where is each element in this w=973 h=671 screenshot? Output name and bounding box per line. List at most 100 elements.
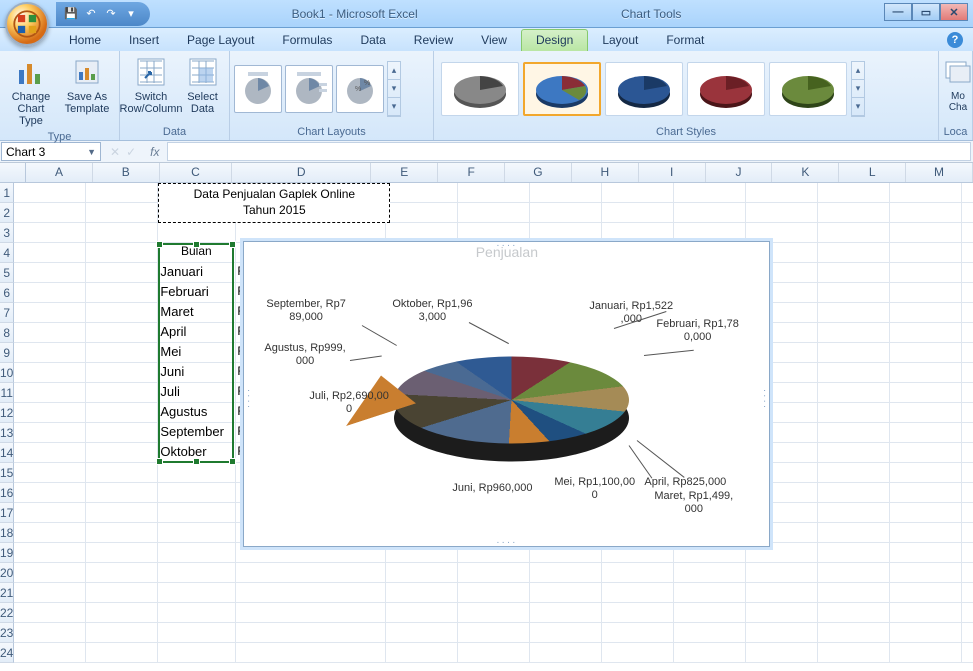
row-head[interactable]: 16: [0, 483, 14, 503]
row-head[interactable]: 21: [0, 583, 14, 603]
row-head[interactable]: 20: [0, 563, 14, 583]
tab-insert[interactable]: Insert: [115, 30, 173, 51]
tab-data[interactable]: Data: [346, 30, 399, 51]
save-icon[interactable]: 💾: [62, 5, 80, 23]
col-head[interactable]: K: [772, 163, 839, 182]
selection-handle[interactable]: [193, 241, 200, 248]
change-chart-type-button[interactable]: Change Chart Type: [4, 53, 58, 130]
col-head[interactable]: F: [438, 163, 505, 182]
scroll-up-icon[interactable]: ▴: [388, 62, 400, 80]
selection-handle[interactable]: [156, 241, 163, 248]
style-thumb-5[interactable]: [769, 62, 847, 116]
row-head[interactable]: 2: [0, 203, 14, 223]
tab-formulas[interactable]: Formulas: [268, 30, 346, 51]
row-head[interactable]: 1: [0, 183, 14, 203]
name-box-dropdown-icon[interactable]: ▼: [87, 147, 96, 157]
col-head[interactable]: E: [371, 163, 438, 182]
gallery-more-icon[interactable]: ▾: [852, 98, 864, 116]
col-head[interactable]: G: [505, 163, 572, 182]
tab-view[interactable]: View: [467, 30, 521, 51]
row-head[interactable]: 12: [0, 403, 14, 423]
close-button[interactable]: ✕: [940, 3, 968, 21]
pie-label-agustus: Agustus, Rp999,000: [264, 342, 345, 367]
office-button[interactable]: [5, 2, 49, 46]
help-icon[interactable]: ?: [947, 32, 963, 48]
row-head[interactable]: 19: [0, 543, 14, 563]
col-head[interactable]: J: [706, 163, 773, 182]
scroll-down-icon[interactable]: ▾: [852, 80, 864, 98]
fx-icon[interactable]: fx: [144, 141, 165, 162]
switch-row-column-button[interactable]: Switch Row/Column: [124, 53, 178, 118]
row-head[interactable]: 4: [0, 243, 14, 263]
selection-handle[interactable]: [229, 458, 236, 465]
row-head[interactable]: 13: [0, 423, 14, 443]
row-head[interactable]: 15: [0, 463, 14, 483]
embedded-chart[interactable]: ···· ···· ···· ···· Penjualan Januari, R…: [243, 241, 770, 547]
col-head[interactable]: B: [93, 163, 160, 182]
redo-icon[interactable]: ↷: [102, 5, 120, 23]
row-head[interactable]: 7: [0, 303, 14, 323]
chart-layouts-gallery[interactable]: %% ▴▾▾: [234, 53, 429, 125]
row-head[interactable]: 6: [0, 283, 14, 303]
cells-area[interactable]: document.write(Array.from({length:24}).m…: [14, 183, 973, 663]
undo-icon[interactable]: ↶: [82, 5, 100, 23]
row-head[interactable]: 11: [0, 383, 14, 403]
col-head[interactable]: M: [906, 163, 973, 182]
row-head[interactable]: 5: [0, 263, 14, 283]
col-head[interactable]: I: [639, 163, 706, 182]
row-head[interactable]: 18: [0, 523, 14, 543]
row-head[interactable]: 17: [0, 503, 14, 523]
tab-page-layout[interactable]: Page Layout: [173, 30, 268, 51]
style-gallery-scroll[interactable]: ▴▾▾: [851, 61, 865, 117]
style-thumb-3[interactable]: [605, 62, 683, 116]
style-thumb-4[interactable]: [687, 62, 765, 116]
row-head[interactable]: 14: [0, 443, 14, 463]
select-data-button[interactable]: Select Data: [180, 53, 225, 118]
selection-handle[interactable]: [193, 458, 200, 465]
move-chart-button[interactable]: Mo Cha: [943, 53, 973, 116]
col-head[interactable]: H: [572, 163, 639, 182]
tab-layout[interactable]: Layout: [588, 30, 652, 51]
layout-thumb-3[interactable]: %%: [336, 65, 384, 113]
row-head[interactable]: 3: [0, 223, 14, 243]
layout-thumb-1[interactable]: [234, 65, 282, 113]
qat-dropdown-icon[interactable]: ▾: [122, 5, 140, 23]
scroll-down-icon[interactable]: ▾: [388, 80, 400, 98]
row-head[interactable]: 23: [0, 623, 14, 643]
col-head[interactable]: L: [839, 163, 906, 182]
maximize-button[interactable]: ▭: [912, 3, 940, 21]
style-thumb-1[interactable]: [441, 62, 519, 116]
minimize-button[interactable]: —: [884, 3, 912, 21]
col-head[interactable]: A: [26, 163, 93, 182]
row-head[interactable]: 24: [0, 643, 14, 663]
row-head[interactable]: 9: [0, 343, 14, 363]
formula-input[interactable]: [167, 142, 971, 161]
save-as-template-label: Save As Template: [62, 91, 112, 115]
row-head[interactable]: 10: [0, 363, 14, 383]
leader-line: [362, 325, 397, 346]
layout-thumb-2[interactable]: [285, 65, 333, 113]
tab-home[interactable]: Home: [55, 30, 115, 51]
gallery-more-icon[interactable]: ▾: [388, 98, 400, 116]
worksheet-grid[interactable]: A B C D E F G H I J K L M 1 2 3 4 5 6 7 …: [0, 163, 973, 671]
col-head[interactable]: D: [232, 163, 371, 182]
scroll-up-icon[interactable]: ▴: [852, 62, 864, 80]
row-head[interactable]: 8: [0, 323, 14, 343]
pie-chart[interactable]: Januari, Rp1,522,000 Februari, Rp1,780,0…: [244, 260, 769, 540]
tab-review[interactable]: Review: [400, 30, 467, 51]
select-all-corner[interactable]: [0, 163, 26, 182]
tab-design[interactable]: Design: [521, 29, 588, 51]
svg-text:%: %: [364, 80, 370, 87]
tab-format[interactable]: Format: [652, 30, 718, 51]
style-thumb-2[interactable]: [523, 62, 601, 116]
chart-styles-gallery[interactable]: ▴▾▾: [438, 53, 934, 125]
chart-resize-top[interactable]: ····: [496, 240, 517, 251]
layout-gallery-scroll[interactable]: ▴▾▾: [387, 61, 401, 117]
col-head[interactable]: C: [160, 163, 232, 182]
row-head[interactable]: 22: [0, 603, 14, 623]
select-data-icon: [187, 56, 219, 88]
save-as-template-button[interactable]: Save As Template: [60, 53, 114, 118]
selection-handle[interactable]: [229, 241, 236, 248]
cell-title-merged[interactable]: Data Penjualan Gaplek Online Tahun 2015: [158, 183, 390, 223]
selection-handle[interactable]: [156, 458, 163, 465]
